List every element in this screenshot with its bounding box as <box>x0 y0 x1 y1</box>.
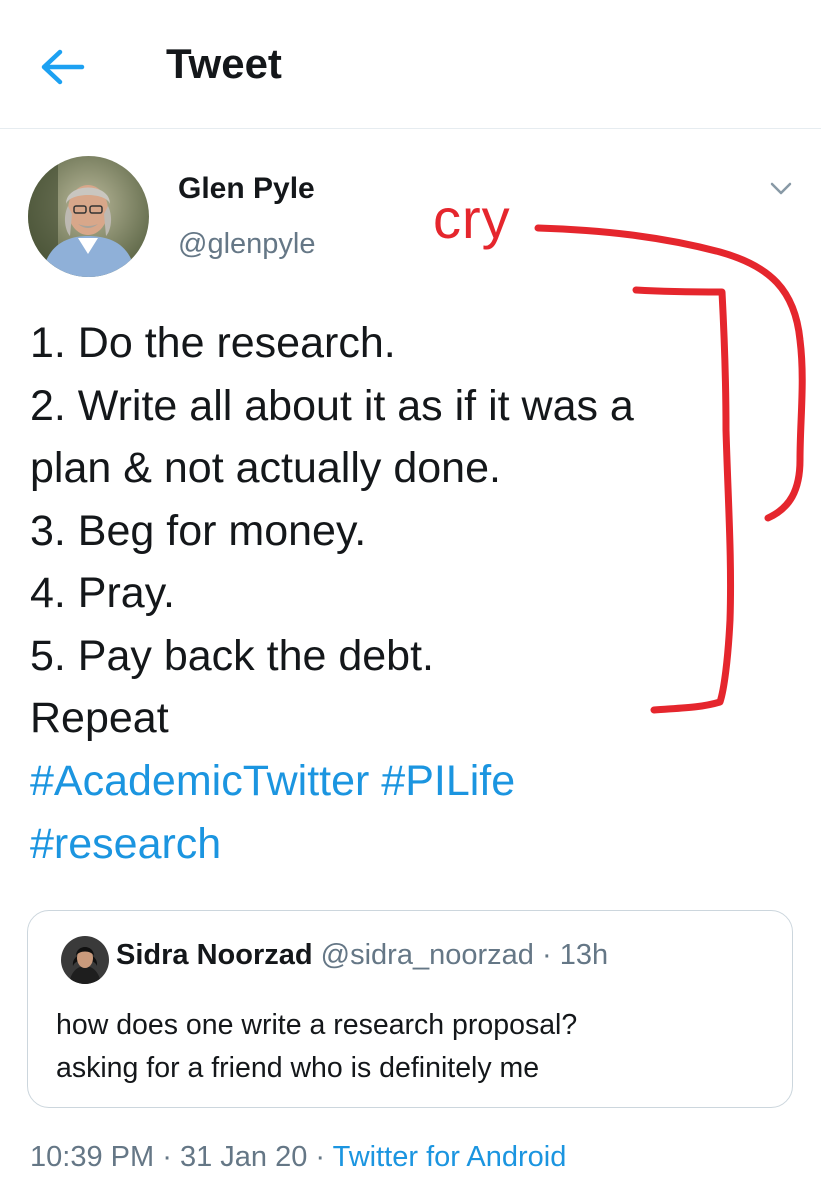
author-name[interactable]: Glen Pyle <box>178 172 315 206</box>
quoted-tweet-text: how does one write a research proposal? … <box>56 1004 577 1090</box>
quoted-author-name: Sidra Noorzad <box>116 939 313 971</box>
hashtag-link[interactable]: #PILife <box>381 757 515 805</box>
separator-dot: · <box>315 1141 326 1173</box>
quoted-author-handle: @sidra_noorzad <box>320 939 534 971</box>
quoted-tweet-time: 13h <box>559 939 609 971</box>
tweet-line: Repeat <box>30 694 169 742</box>
tweet-line: 5. Pay back the debt. <box>30 631 434 680</box>
hashtag-link[interactable]: #research <box>30 820 221 868</box>
quoted-tweet-header: Sidra Noorzad @sidra_noorzad · 13h <box>116 939 608 972</box>
tweet-menu-button[interactable] <box>766 176 796 200</box>
author-handle[interactable]: @glenpyle <box>178 228 315 261</box>
tweet-line: 1. Do the research. <box>30 319 396 367</box>
quoted-text-line: how does one write a research proposal? <box>56 1009 578 1041</box>
separator-dot: · <box>162 1141 172 1173</box>
top-bar: Tweet <box>0 0 821 129</box>
back-button[interactable] <box>38 45 88 89</box>
source-link[interactable]: Twitter for Android <box>333 1141 567 1173</box>
tweet-time: 10:39 PM <box>30 1141 155 1173</box>
tweet-line: 2. Write all about it as if it was a <box>30 381 634 430</box>
tweet-metadata: 10:39 PM · 31 Jan 20 · Twitter for Andro… <box>30 1141 566 1174</box>
tweet-line: 4. Pray. <box>30 569 175 617</box>
tweet-text: 1. Do the research. 2. Write all about i… <box>30 312 750 750</box>
tweet-date: 31 Jan 20 <box>179 1141 308 1173</box>
hashtag-link[interactable]: #AcademicTwitter <box>30 757 369 805</box>
tweet-line: plan & not actually done. <box>30 444 501 492</box>
quoted-text-line: asking for a friend who is definitely me <box>56 1052 540 1084</box>
quoted-author-avatar <box>61 936 109 984</box>
chevron-down-icon <box>770 182 792 195</box>
page-title: Tweet <box>166 40 282 87</box>
annotation-cry-text: cry <box>433 187 511 250</box>
author-avatar[interactable] <box>28 156 149 277</box>
tweet-line: 3. Beg for money. <box>30 506 367 555</box>
quoted-tweet-card[interactable]: Sidra Noorzad @sidra_noorzad · 13h how d… <box>27 910 793 1108</box>
arrow-left-icon <box>41 49 85 85</box>
separator-dot: · <box>541 939 552 971</box>
hashtag-list: #AcademicTwitter #PILife #research <box>30 750 750 875</box>
